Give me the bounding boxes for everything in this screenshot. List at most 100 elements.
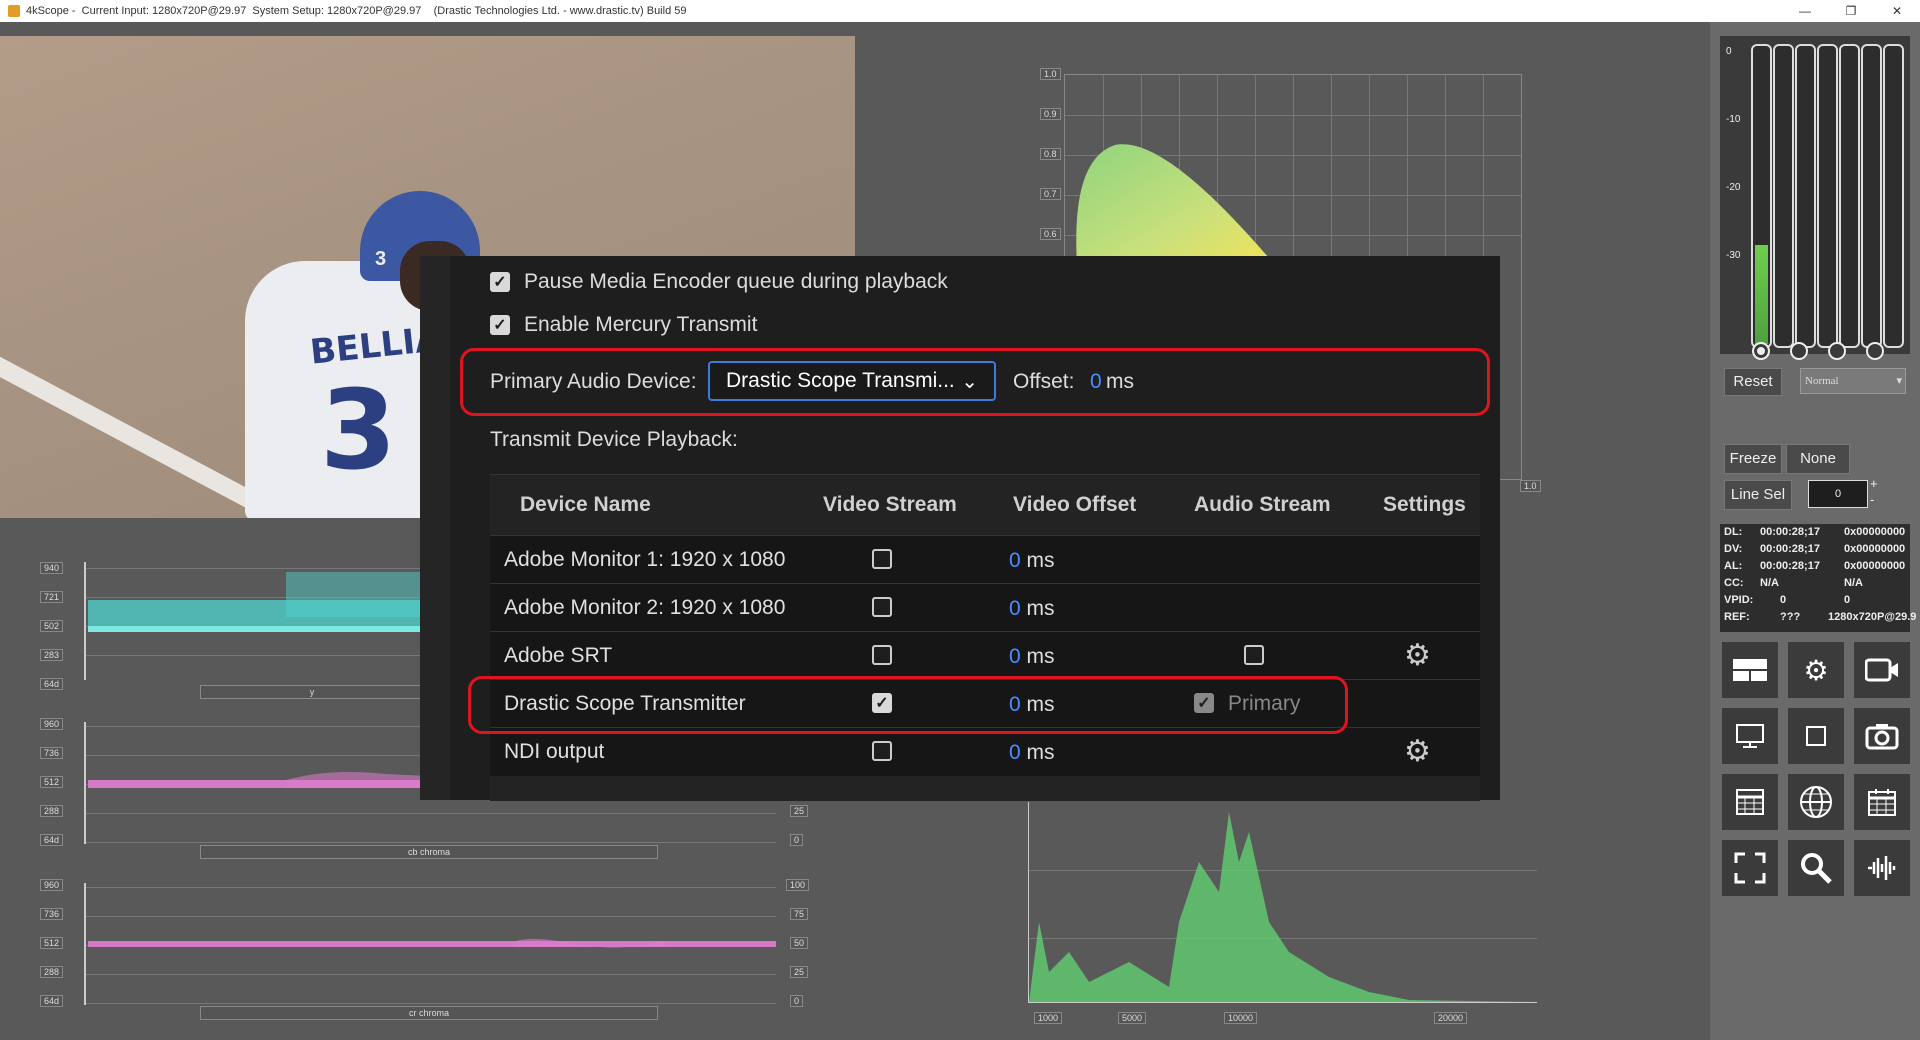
waveform-cb-label: cb chroma: [200, 845, 658, 859]
mercury-transmit-checkbox[interactable]: ✓: [490, 315, 510, 335]
table-row: NDI output 0 ms ⚙: [490, 727, 1480, 776]
dialog-left-strip: [420, 256, 450, 800]
meter-channel-3: [1795, 44, 1816, 348]
meter-label: -10: [1726, 114, 1741, 125]
table-row: Adobe Monitor 2: 1920 x 1080 0 ms: [490, 583, 1480, 632]
device-name: Adobe Monitor 1: 1920 x 1080: [504, 548, 786, 571]
layout-icon[interactable]: [1722, 642, 1778, 698]
waveform-cb-right-tick: 25: [790, 805, 809, 817]
header-audio-stream: Audio Stream: [1194, 493, 1331, 516]
video-stream-checkbox[interactable]: [872, 597, 892, 617]
channel-radio-1[interactable]: [1752, 342, 1770, 360]
device-name: Adobe Monitor 2: 1920 x 1080: [504, 596, 786, 619]
video-stream-checkbox[interactable]: [872, 645, 892, 665]
none-button[interactable]: None: [1786, 444, 1850, 474]
timecode-row: DV: 00:00:28;17 0x00000000: [1724, 543, 1906, 555]
gear-icon[interactable]: ⚙: [1404, 638, 1431, 673]
video-stream-checkbox[interactable]: [872, 549, 892, 569]
app-icon: [8, 5, 20, 17]
timecode-row: AL: 00:00:28;17 0x00000000: [1724, 560, 1906, 572]
video-offset: 0 ms: [1009, 549, 1055, 572]
line-spin-down[interactable]: -: [1870, 492, 1874, 507]
waveform-cb-tick: 512: [40, 776, 64, 788]
timecode-row: REF:??? 1280x720P@29.9: [1724, 611, 1917, 623]
histogram: [1028, 802, 1537, 1003]
pause-encoder-checkbox[interactable]: ✓: [490, 272, 510, 292]
zoom-icon[interactable]: [1788, 840, 1844, 896]
cast-icon[interactable]: [1854, 642, 1910, 698]
waveform-cr-right-tick: 25: [790, 966, 809, 978]
waveform-y: [84, 562, 446, 680]
histogram-x-tick: 10000: [1224, 1012, 1258, 1024]
freeze-button[interactable]: Freeze: [1724, 444, 1782, 474]
video-offset: 0 ms: [1009, 645, 1055, 668]
video-stream-checkbox[interactable]: [872, 741, 892, 761]
meter-channel-2: [1773, 44, 1794, 348]
chevron-down-icon: ▾: [1896, 375, 1902, 387]
table-row: Adobe SRT 0 ms ⚙: [490, 631, 1480, 680]
minimize-button[interactable]: —: [1782, 0, 1828, 22]
close-button[interactable]: ✕: [1874, 0, 1920, 22]
waveform-cb-tick: 960: [40, 718, 64, 730]
calendar-icon[interactable]: [1854, 774, 1910, 830]
gear-icon[interactable]: ⚙: [1788, 642, 1844, 698]
histogram-x-tick: 1000: [1034, 1012, 1063, 1024]
maximize-button[interactable]: ❐: [1828, 0, 1874, 22]
device-table: Device Name Video Stream Video Offset Au…: [490, 474, 1480, 801]
meter-channel-4: [1817, 44, 1838, 348]
gamut-tick: 0.6: [1040, 228, 1061, 240]
waveform-y-label: y: [200, 685, 424, 699]
monitor-icon[interactable]: [1722, 708, 1778, 764]
waveform-cr-right-tick: 50: [790, 937, 809, 949]
channel-radio-4[interactable]: [1866, 342, 1884, 360]
header-device-name: Device Name: [520, 493, 651, 516]
gamut-tick: 0.7: [1040, 188, 1061, 200]
table-icon[interactable]: [1722, 774, 1778, 830]
pause-encoder-label: Pause Media Encoder queue during playbac…: [524, 270, 948, 293]
camera-icon[interactable]: [1854, 708, 1910, 764]
transmit-device-label: Transmit Device Playback:: [490, 428, 738, 451]
meter-channel-6: [1861, 44, 1882, 348]
timecode-row: DL: 00:00:28;17 0x00000000: [1724, 526, 1906, 538]
channel-radio-2[interactable]: [1790, 342, 1808, 360]
waveform-cr-tick: 512: [40, 937, 64, 949]
header-video-stream: Video Stream: [823, 493, 957, 516]
mode-select-value: Normal: [1805, 375, 1839, 387]
meter-label: -30: [1726, 250, 1741, 261]
waveform-y-tick: 283: [40, 649, 64, 661]
waveform-y-tick: 721: [40, 591, 64, 603]
waveform-cr-tick: 288: [40, 966, 64, 978]
mercury-transmit-label: Enable Mercury Transmit: [524, 313, 758, 336]
waveform-cr: [84, 883, 776, 1005]
highlight-drastic-row: [468, 676, 1348, 734]
video-offset: 0 ms: [1009, 741, 1055, 764]
histogram-x-tick: 20000: [1434, 1012, 1468, 1024]
line-spin-up[interactable]: +: [1870, 476, 1878, 491]
waveform-cr-right-tick: 0: [790, 995, 804, 1007]
gamut-locus: [1076, 144, 1275, 265]
highlight-primary-audio: [460, 348, 1490, 416]
gear-icon[interactable]: ⚙: [1404, 734, 1431, 769]
channel-radio-3[interactable]: [1828, 342, 1846, 360]
video-offset: 0 ms: [1009, 597, 1055, 620]
reset-button[interactable]: Reset: [1724, 368, 1782, 396]
waveform-cr-right-tick: 75: [790, 908, 809, 920]
title-bar: 4kScope - Current Input: 1280x720P@29.97…: [0, 0, 1920, 22]
timecode-panel: DL: 00:00:28;17 0x00000000 DV: 00:00:28;17 0…: [1720, 524, 1916, 632]
meter-channel-1: [1751, 44, 1772, 348]
gamut-tick: 1.0: [1040, 68, 1061, 80]
meter-label: -20: [1726, 182, 1741, 193]
line-number-input[interactable]: [1808, 480, 1868, 508]
audio-stream-checkbox[interactable]: [1244, 645, 1264, 665]
table-row: Adobe Monitor 1: 1920 x 1080 0 ms: [490, 535, 1480, 584]
mode-select[interactable]: Normal ▾: [1800, 368, 1906, 394]
jersey-number: 3: [320, 366, 397, 494]
waveform-icon[interactable]: [1854, 840, 1910, 896]
globe-icon[interactable]: [1788, 774, 1844, 830]
timecode-row: CC: N/A N/A: [1724, 577, 1863, 589]
gamut-x-end: 1.0: [1520, 480, 1541, 492]
meter-label: 0: [1726, 46, 1732, 57]
fullscreen-icon[interactable]: [1722, 840, 1778, 896]
line-sel-button[interactable]: Line Sel: [1724, 480, 1792, 510]
square-icon[interactable]: [1788, 708, 1844, 764]
